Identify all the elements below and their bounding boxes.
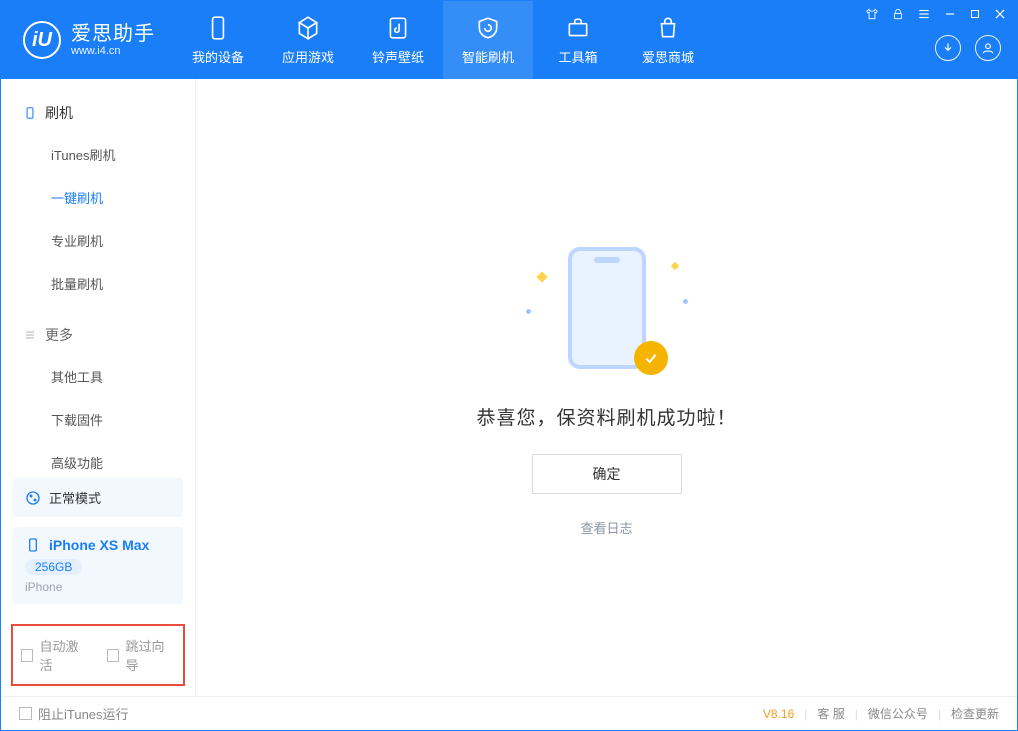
sidebar: 刷机 iTunes刷机 一键刷机 专业刷机 批量刷机 更多 其他工具 下载固件 … <box>1 79 196 696</box>
view-log-link[interactable]: 查看日志 <box>580 518 632 537</box>
flash-options-highlight: 自动激活 跳过向导 <box>11 624 185 686</box>
separator: | <box>938 707 941 721</box>
version-label: V8.16 <box>763 707 794 721</box>
body: 刷机 iTunes刷机 一键刷机 专业刷机 批量刷机 更多 其他工具 下载固件 … <box>1 79 1017 696</box>
separator: | <box>804 707 807 721</box>
sidebar-scroll: 刷机 iTunes刷机 一键刷机 专业刷机 批量刷机 更多 其他工具 下载固件 … <box>1 79 195 478</box>
checkbox-skip-guide[interactable]: 跳过向导 <box>107 636 175 674</box>
dot-icon <box>683 299 688 304</box>
app-name-en: www.i4.cn <box>71 45 155 57</box>
checkbox-auto-activate[interactable]: 自动激活 <box>21 636 89 674</box>
sidebar-item-other-tools[interactable]: 其他工具 <box>1 355 195 398</box>
tab-label: 工具箱 <box>558 47 597 66</box>
account-controls <box>935 35 1001 61</box>
mode-icon <box>25 490 41 506</box>
link-check-update[interactable]: 检查更新 <box>951 705 999 722</box>
sidebar-item-download-firmware[interactable]: 下载固件 <box>1 398 195 441</box>
download-icon <box>941 41 955 55</box>
ok-button[interactable]: 确定 <box>532 454 682 494</box>
phone-outline-icon <box>568 247 646 369</box>
close-icon[interactable] <box>993 7 1007 21</box>
tab-smart-flash[interactable]: 智能刷机 <box>443 1 533 79</box>
sidebar-group-flash: 刷机 <box>1 93 195 133</box>
sparkle-icon <box>670 261 678 269</box>
app-title: 爱思助手 www.i4.cn <box>71 23 155 57</box>
minimize-icon[interactable] <box>943 7 957 21</box>
sidebar-item-batch-flash[interactable]: 批量刷机 <box>1 262 195 305</box>
device-storage-badge: 256GB <box>25 559 82 575</box>
checkbox-icon <box>19 707 32 720</box>
mode-label: 正常模式 <box>49 488 101 507</box>
app-logo-icon: iU <box>23 21 61 59</box>
sidebar-group-title: 刷机 <box>45 103 73 123</box>
sidebar-group-title: 更多 <box>45 325 73 345</box>
bag-icon <box>655 15 681 41</box>
maximize-icon[interactable] <box>969 8 981 20</box>
sidebar-item-pro-flash[interactable]: 专业刷机 <box>1 219 195 262</box>
titlebar: iU 爱思助手 www.i4.cn 我的设备 应用游戏 铃声壁纸 智能刷机 <box>1 1 1017 79</box>
toolbox-icon <box>565 15 591 41</box>
nav-tabs: 我的设备 应用游戏 铃声壁纸 智能刷机 工具箱 爱思商城 <box>173 1 713 79</box>
logo-area: iU 爱思助手 www.i4.cn <box>1 1 173 79</box>
status-bar: 阻止iTunes运行 V8.16 | 客 服 | 微信公众号 | 检查更新 <box>1 696 1017 730</box>
tab-store[interactable]: 爱思商城 <box>623 1 713 79</box>
device-type: iPhone <box>25 580 171 594</box>
tshirt-icon[interactable] <box>865 7 879 21</box>
success-illustration <box>522 239 692 379</box>
tab-label: 应用游戏 <box>282 47 334 66</box>
user-icon <box>981 41 995 55</box>
tab-ringtone-wallpaper[interactable]: 铃声壁纸 <box>353 1 443 79</box>
tab-label: 爱思商城 <box>642 47 694 66</box>
refresh-shield-icon <box>475 15 501 41</box>
tab-label: 智能刷机 <box>462 47 514 66</box>
lock-icon[interactable] <box>891 7 905 21</box>
checkbox-label: 自动激活 <box>39 636 89 674</box>
main-content: 恭喜您，保资料刷机成功啦！ 确定 查看日志 <box>196 79 1017 696</box>
mode-card[interactable]: 正常模式 <box>13 478 183 517</box>
checkbox-label: 跳过向导 <box>125 636 175 674</box>
device-name: iPhone XS Max <box>49 537 149 553</box>
link-wechat[interactable]: 微信公众号 <box>868 705 928 722</box>
checkbox-icon <box>107 649 119 662</box>
success-message: 恭喜您，保资料刷机成功啦！ <box>476 403 736 430</box>
app-name-cn: 爱思助手 <box>71 23 155 45</box>
device-panel: 正常模式 iPhone XS Max 256GB iPhone <box>1 478 195 624</box>
dot-icon <box>526 309 531 314</box>
sidebar-item-oneclick-flash[interactable]: 一键刷机 <box>1 176 195 219</box>
sidebar-item-itunes-flash[interactable]: iTunes刷机 <box>1 133 195 176</box>
tab-my-device[interactable]: 我的设备 <box>173 1 263 79</box>
checkmark-badge-icon <box>634 341 668 375</box>
menu-icon[interactable] <box>917 7 931 21</box>
status-right: V8.16 | 客 服 | 微信公众号 | 检查更新 <box>763 705 999 722</box>
sparkle-icon <box>536 271 547 282</box>
music-file-icon <box>385 15 411 41</box>
download-button[interactable] <box>935 35 961 61</box>
tab-label: 铃声壁纸 <box>372 47 424 66</box>
checkbox-icon <box>21 649 33 662</box>
device-icon <box>23 106 37 120</box>
phone-icon <box>205 15 231 41</box>
link-customer-service[interactable]: 客 服 <box>817 705 844 722</box>
app-window: iU 爱思助手 www.i4.cn 我的设备 应用游戏 铃声壁纸 智能刷机 <box>0 0 1018 731</box>
window-controls <box>865 7 1007 21</box>
sidebar-group-more: 更多 <box>1 315 195 355</box>
sidebar-item-advanced[interactable]: 高级功能 <box>1 441 195 478</box>
list-icon <box>23 328 37 342</box>
checkbox-block-itunes[interactable]: 阻止iTunes运行 <box>19 704 129 723</box>
device-card[interactable]: iPhone XS Max 256GB iPhone <box>13 527 183 604</box>
tab-label: 我的设备 <box>192 47 244 66</box>
cube-icon <box>295 15 321 41</box>
tab-toolbox[interactable]: 工具箱 <box>533 1 623 79</box>
titlebar-right <box>865 1 1017 79</box>
account-button[interactable] <box>975 35 1001 61</box>
tab-apps-games[interactable]: 应用游戏 <box>263 1 353 79</box>
phone-icon <box>25 537 41 553</box>
checkbox-label: 阻止iTunes运行 <box>38 704 129 723</box>
separator: | <box>855 707 858 721</box>
